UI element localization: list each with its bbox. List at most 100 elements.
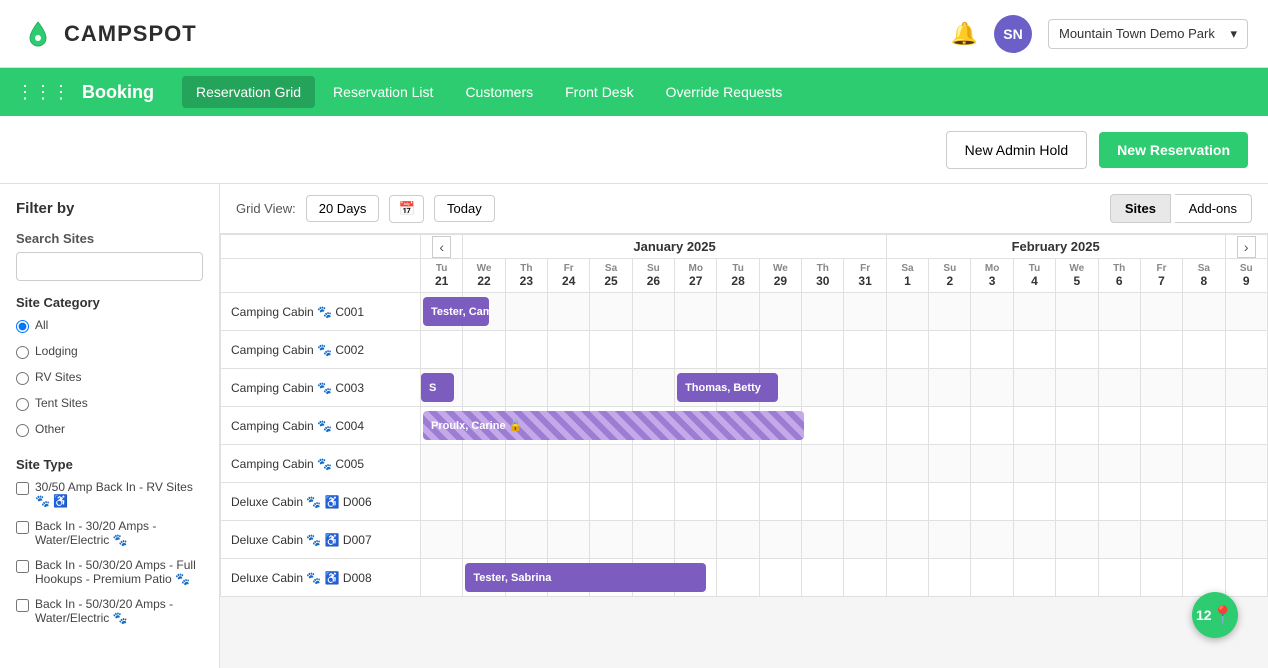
day-cell[interactable] xyxy=(1183,445,1225,483)
day-cell[interactable] xyxy=(717,331,759,369)
day-cell[interactable] xyxy=(505,293,547,331)
day-cell[interactable] xyxy=(1013,445,1055,483)
day-cell[interactable] xyxy=(886,331,928,369)
day-cell[interactable] xyxy=(1140,445,1182,483)
day-cell[interactable] xyxy=(1056,293,1098,331)
day-cell[interactable] xyxy=(1013,331,1055,369)
day-cell[interactable] xyxy=(802,521,844,559)
day-cell[interactable] xyxy=(717,559,759,597)
day-cell[interactable] xyxy=(802,407,844,445)
day-cell[interactable] xyxy=(675,445,717,483)
day-cell[interactable] xyxy=(971,293,1013,331)
day-cell[interactable] xyxy=(1183,407,1225,445)
day-cell[interactable] xyxy=(717,521,759,559)
day-cell[interactable] xyxy=(421,521,463,559)
day-cell[interactable] xyxy=(886,559,928,597)
category-tent-sites[interactable]: Tent Sites xyxy=(16,396,203,411)
day-cell[interactable] xyxy=(802,483,844,521)
day-cell[interactable] xyxy=(1225,559,1267,597)
day-cell[interactable] xyxy=(548,369,590,407)
day-cell[interactable] xyxy=(632,445,674,483)
day-cell[interactable] xyxy=(675,293,717,331)
avatar[interactable]: SN xyxy=(994,15,1032,53)
day-cell[interactable] xyxy=(929,293,971,331)
new-admin-hold-button[interactable]: New Admin Hold xyxy=(946,131,1088,169)
day-cell[interactable] xyxy=(1140,483,1182,521)
day-cell[interactable] xyxy=(929,331,971,369)
day-cell[interactable] xyxy=(844,369,886,407)
nav-reservation-list[interactable]: Reservation List xyxy=(319,76,447,108)
day-cell[interactable] xyxy=(1098,521,1140,559)
day-cell[interactable] xyxy=(1140,521,1182,559)
day-cell[interactable] xyxy=(802,445,844,483)
day-cell[interactable] xyxy=(929,559,971,597)
day-cell[interactable] xyxy=(1013,407,1055,445)
day-cell[interactable] xyxy=(505,445,547,483)
day-cell[interactable] xyxy=(1013,483,1055,521)
day-cell[interactable] xyxy=(590,293,632,331)
day-cell[interactable] xyxy=(802,293,844,331)
day-cell[interactable] xyxy=(759,445,801,483)
day-cell[interactable] xyxy=(886,407,928,445)
day-cell[interactable] xyxy=(590,369,632,407)
sites-view-button[interactable]: Sites xyxy=(1110,194,1171,223)
calendar-picker-button[interactable]: 📅 xyxy=(389,195,424,223)
day-cell[interactable] xyxy=(1183,369,1225,407)
prev-month-button[interactable]: ‹ xyxy=(432,236,451,258)
day-cell[interactable] xyxy=(1056,331,1098,369)
day-cell[interactable] xyxy=(802,331,844,369)
day-cell[interactable] xyxy=(1183,293,1225,331)
day-cell[interactable] xyxy=(548,331,590,369)
day-cell[interactable] xyxy=(1140,559,1182,597)
day-cell[interactable] xyxy=(1183,483,1225,521)
day-cell[interactable] xyxy=(717,445,759,483)
search-sites-input[interactable] xyxy=(16,252,203,281)
day-cell[interactable] xyxy=(421,331,463,369)
day-cell[interactable] xyxy=(971,521,1013,559)
day-cell[interactable] xyxy=(886,483,928,521)
day-cell[interactable] xyxy=(844,331,886,369)
day-cell[interactable] xyxy=(505,521,547,559)
reservation-block[interactable]: Proulx, Carine 🔒 xyxy=(423,411,804,440)
day-cell[interactable] xyxy=(1056,521,1098,559)
day-cell[interactable] xyxy=(1013,559,1055,597)
day-cell[interactable] xyxy=(929,407,971,445)
day-cell[interactable] xyxy=(1225,483,1267,521)
day-cell[interactable] xyxy=(802,559,844,597)
grid-menu-icon[interactable]: ⋮⋮⋮ xyxy=(16,82,70,103)
new-reservation-button[interactable]: New Reservation xyxy=(1099,132,1248,168)
day-cell[interactable] xyxy=(844,445,886,483)
day-cell[interactable] xyxy=(421,445,463,483)
day-cell[interactable] xyxy=(1140,369,1182,407)
day-cell[interactable] xyxy=(1183,559,1225,597)
day-cell[interactable] xyxy=(1225,293,1267,331)
day-cell[interactable] xyxy=(1140,331,1182,369)
day-cell[interactable] xyxy=(1225,331,1267,369)
day-cell[interactable] xyxy=(1183,331,1225,369)
category-all[interactable]: All xyxy=(16,318,203,333)
day-cell[interactable] xyxy=(1056,369,1098,407)
day-cell[interactable] xyxy=(632,521,674,559)
category-lodging[interactable]: Lodging xyxy=(16,344,203,359)
day-cell[interactable] xyxy=(717,483,759,521)
day-cell[interactable] xyxy=(886,521,928,559)
next-month-button[interactable]: › xyxy=(1237,236,1256,258)
day-cell[interactable] xyxy=(1183,521,1225,559)
day-cell[interactable] xyxy=(929,521,971,559)
day-cell[interactable] xyxy=(675,483,717,521)
day-cell[interactable] xyxy=(759,331,801,369)
day-cell[interactable] xyxy=(1013,521,1055,559)
day-cell[interactable] xyxy=(1056,559,1098,597)
day-cell[interactable] xyxy=(548,445,590,483)
addons-view-button[interactable]: Add-ons xyxy=(1175,194,1252,223)
day-cell[interactable] xyxy=(1056,445,1098,483)
day-cell[interactable] xyxy=(971,445,1013,483)
day-cell[interactable] xyxy=(886,369,928,407)
day-cell[interactable] xyxy=(1225,521,1267,559)
day-cell[interactable] xyxy=(1140,293,1182,331)
day-cell[interactable] xyxy=(1098,483,1140,521)
day-cell[interactable] xyxy=(1013,293,1055,331)
day-cell[interactable] xyxy=(590,331,632,369)
day-cell[interactable]: S xyxy=(421,369,463,407)
day-cell[interactable] xyxy=(590,521,632,559)
